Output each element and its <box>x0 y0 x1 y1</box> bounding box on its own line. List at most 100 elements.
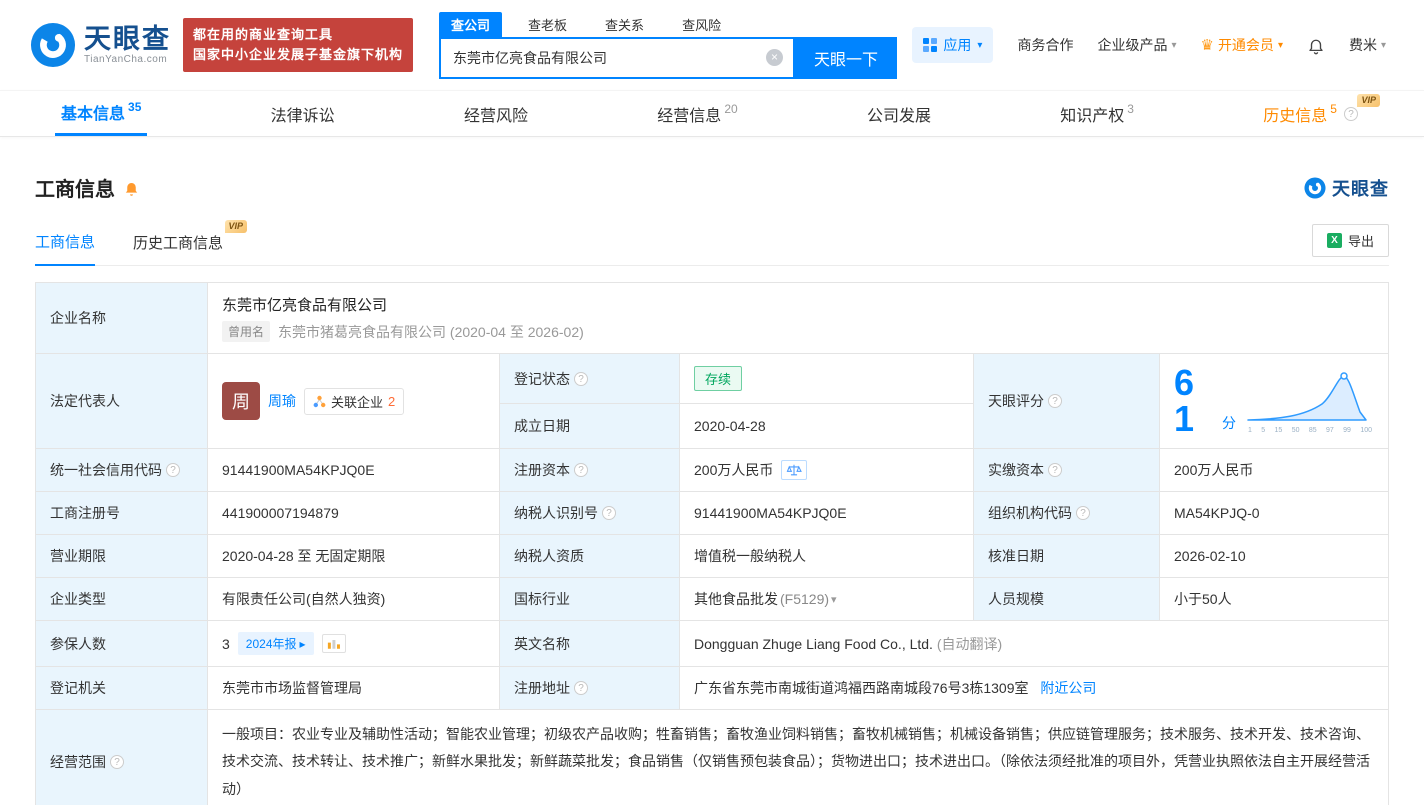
help-icon[interactable]: ? <box>1048 463 1062 477</box>
vip-upgrade-label: 开通会员 <box>1217 37 1274 53</box>
help-icon[interactable]: ? <box>574 371 588 386</box>
apps-label: 应用 <box>943 37 972 53</box>
capital-compare-icon[interactable] <box>781 460 808 480</box>
tab-legal-proceedings[interactable]: 法律诉讼 <box>265 91 341 136</box>
tyc-score[interactable]: 61 分 15 15 50 85 97 99 100 <box>1174 365 1374 437</box>
help-icon[interactable]: ? <box>1343 106 1358 121</box>
subtab-history-business-info[interactable]: VIP 历史工商信息 <box>133 220 248 265</box>
staff-size-value: 小于50人 <box>1159 577 1389 621</box>
tab-basic-info[interactable]: 基本信息 35 <box>55 91 148 136</box>
related-companies-label: 关联企业 <box>331 394 384 410</box>
legal-rep-label: 法定代表人 <box>35 353 208 449</box>
reg-address-cell: 广东省东莞市南城街道鸿福西路南城段76号3栋1309室 附近公司 <box>679 666 1389 710</box>
nearby-companies-link[interactable]: 附近公司 <box>1040 680 1096 696</box>
subscribe-bell-icon[interactable] <box>123 179 140 197</box>
help-icon[interactable]: ? <box>166 463 180 477</box>
insured-count-cell: 3 2024年报 ▸ <box>207 620 500 667</box>
tianyancha-logo[interactable]: 天眼查 TianYanCha.com <box>30 22 171 68</box>
search-input[interactable] <box>441 49 767 66</box>
reg-status-label: 登记状态 ? <box>499 352 680 405</box>
tab-history-info[interactable]: VIP 历史信息 5 ? <box>1257 91 1380 136</box>
help-icon[interactable]: ? <box>110 754 124 769</box>
tab-operation-risk[interactable]: 经营风险 <box>458 91 534 136</box>
user-menu[interactable]: 费米 ▾ <box>1349 35 1386 55</box>
table-row: 企业类型 有限责任公司(自然人独资) 国标行业 其他食品批发 (F5129) ▾… <box>35 577 1389 621</box>
main-content: 工商信息 天眼查 工商信息 VIP 历史工商信息 X 导出 企业名称 东莞市亿亮… <box>0 173 1424 805</box>
reg-authority-value: 东莞市市场监督管理局 <box>207 666 500 710</box>
business-cooperation-link[interactable]: 商务合作 <box>1017 35 1073 55</box>
grid-icon <box>923 38 938 52</box>
search-tab-company[interactable]: 查公司 <box>439 11 503 37</box>
crown-icon: ♛ <box>1200 37 1214 54</box>
subtab-label: 历史工商信息 <box>133 235 224 252</box>
established-date-value: 2020-04-28 <box>679 403 974 449</box>
arrow-right-icon: ▸ <box>299 636 306 651</box>
taxpayer-id-value: 91441900MA54KPJQ0E <box>679 491 974 535</box>
user-name: 费米 <box>1348 37 1377 53</box>
tab-intellectual-property[interactable]: 知识产权 3 <box>1054 91 1140 136</box>
chevron-down-icon[interactable]: ▾ <box>831 593 837 606</box>
taxpayer-quality-label: 纳税人资质 <box>499 534 680 578</box>
subtab-business-info[interactable]: 工商信息 <box>35 231 96 266</box>
help-icon[interactable]: ? <box>602 506 616 520</box>
export-label: 导出 <box>1347 234 1374 249</box>
export-button[interactable]: X 导出 <box>1311 224 1389 257</box>
business-info-table: 企业名称 东莞市亿亮食品有限公司 曾用名 东莞市猪葛亮食品有限公司 (2020-… <box>35 282 1389 805</box>
legal-rep-avatar[interactable]: 周 <box>222 382 260 420</box>
english-name-value: Dongguan Zhuge Liang Food Co., Ltd. <box>694 635 933 652</box>
reg-capital-value: 200万人民币 <box>694 462 774 478</box>
business-scope-label: 经营范围 ? <box>35 709 208 805</box>
search-tab-risk[interactable]: 查风险 <box>670 12 733 37</box>
tab-count: 5 <box>1330 101 1337 116</box>
english-name-note: (自动翻译) <box>936 635 1003 652</box>
tab-company-development[interactable]: 公司发展 <box>861 91 937 136</box>
apps-menu[interactable]: 应用 ▾ <box>912 27 994 63</box>
notification-bell-icon[interactable] <box>1307 36 1325 55</box>
tab-count: 35 <box>128 100 142 114</box>
slogan-line1: 都在用的商业查询工具 <box>193 26 334 42</box>
insured-trend-icon[interactable] <box>321 634 346 653</box>
company-name-cell: 东莞市亿亮食品有限公司 曾用名 东莞市猪葛亮食品有限公司 (2020-04 至 … <box>207 282 1389 354</box>
search-input-wrap: × <box>439 36 796 79</box>
approval-date-label: 核准日期 <box>973 534 1160 578</box>
search-button[interactable]: 天眼一下 <box>795 36 898 79</box>
help-icon[interactable]: ? <box>1048 394 1062 408</box>
industry-value: 其他食品批发 <box>694 591 778 607</box>
chevron-down-icon: ▾ <box>1380 39 1386 51</box>
reg-status-cell: 存续 <box>679 352 974 405</box>
reg-number-label: 工商注册号 <box>35 491 208 535</box>
table-row: 统一社会信用代码 ? 91441900MA54KPJQ0E 注册资本 ? 200… <box>35 448 1389 492</box>
clear-search-icon[interactable]: × <box>766 49 784 66</box>
business-term-value: 2020-04-28 至 无固定期限 <box>207 534 500 578</box>
approval-date-value: 2026-02-10 <box>1159 534 1389 578</box>
enterprise-products-link[interactable]: 企业级产品 ▾ <box>1097 35 1176 55</box>
excel-icon: X <box>1326 233 1342 248</box>
score-axis: 15 15 50 85 97 99 100 <box>1248 427 1372 434</box>
chevron-down-icon: ▾ <box>977 39 983 51</box>
search-tab-boss[interactable]: 查老板 <box>516 12 579 37</box>
related-companies-pill[interactable]: 关联企业 2 <box>304 387 405 415</box>
tab-operation-info[interactable]: 经营信息 20 <box>651 91 743 136</box>
tab-label: 经营信息 <box>657 107 722 125</box>
search-tab-relation[interactable]: 查关系 <box>593 12 656 37</box>
former-name: 东莞市猪葛亮食品有限公司 (2020-04 至 2026-02) <box>278 323 584 340</box>
header-right: 应用 ▾ 商务合作 企业级产品 ▾ ♛ 开通会员 ▾ 费米 ▾ <box>912 27 1386 63</box>
reg-number-value: 441900007194879 <box>207 491 500 535</box>
search-tabs: 查公司 查老板 查关系 查风险 <box>439 11 897 37</box>
table-row: 营业期限 2020-04-28 至 无固定期限 纳税人资质 增值税一般纳税人 核… <box>35 534 1389 578</box>
tianyancha-logo-icon <box>30 22 76 68</box>
business-cooperation-label: 商务合作 <box>1017 37 1074 53</box>
help-icon[interactable]: ? <box>574 681 588 695</box>
reg-address-value: 广东省东莞市南城街道鸿福西路南城段76号3栋1309室 <box>694 680 1029 696</box>
vip-upgrade-link[interactable]: ♛ 开通会员 ▾ <box>1200 35 1282 55</box>
annual-report-badge[interactable]: 2024年报 ▸ <box>237 632 314 655</box>
tyc-score-cell: 61 分 15 15 50 85 97 99 100 <box>1159 353 1389 449</box>
table-row: 登记机关 东莞市市场监督管理局 注册地址 ? 广东省东莞市南城街道鸿福西路南城段… <box>35 666 1389 710</box>
tab-label: 经营风险 <box>463 107 528 125</box>
business-term-label: 营业期限 <box>35 534 208 578</box>
company-nav-tabs: 基本信息 35 法律诉讼 经营风险 经营信息 20 公司发展 知识产权 3 VI… <box>0 90 1424 137</box>
help-icon[interactable]: ? <box>574 463 588 477</box>
legal-rep-name-link[interactable]: 周瑜 <box>268 391 296 411</box>
industry-code: (F5129) <box>780 591 830 607</box>
help-icon[interactable]: ? <box>1076 506 1090 520</box>
